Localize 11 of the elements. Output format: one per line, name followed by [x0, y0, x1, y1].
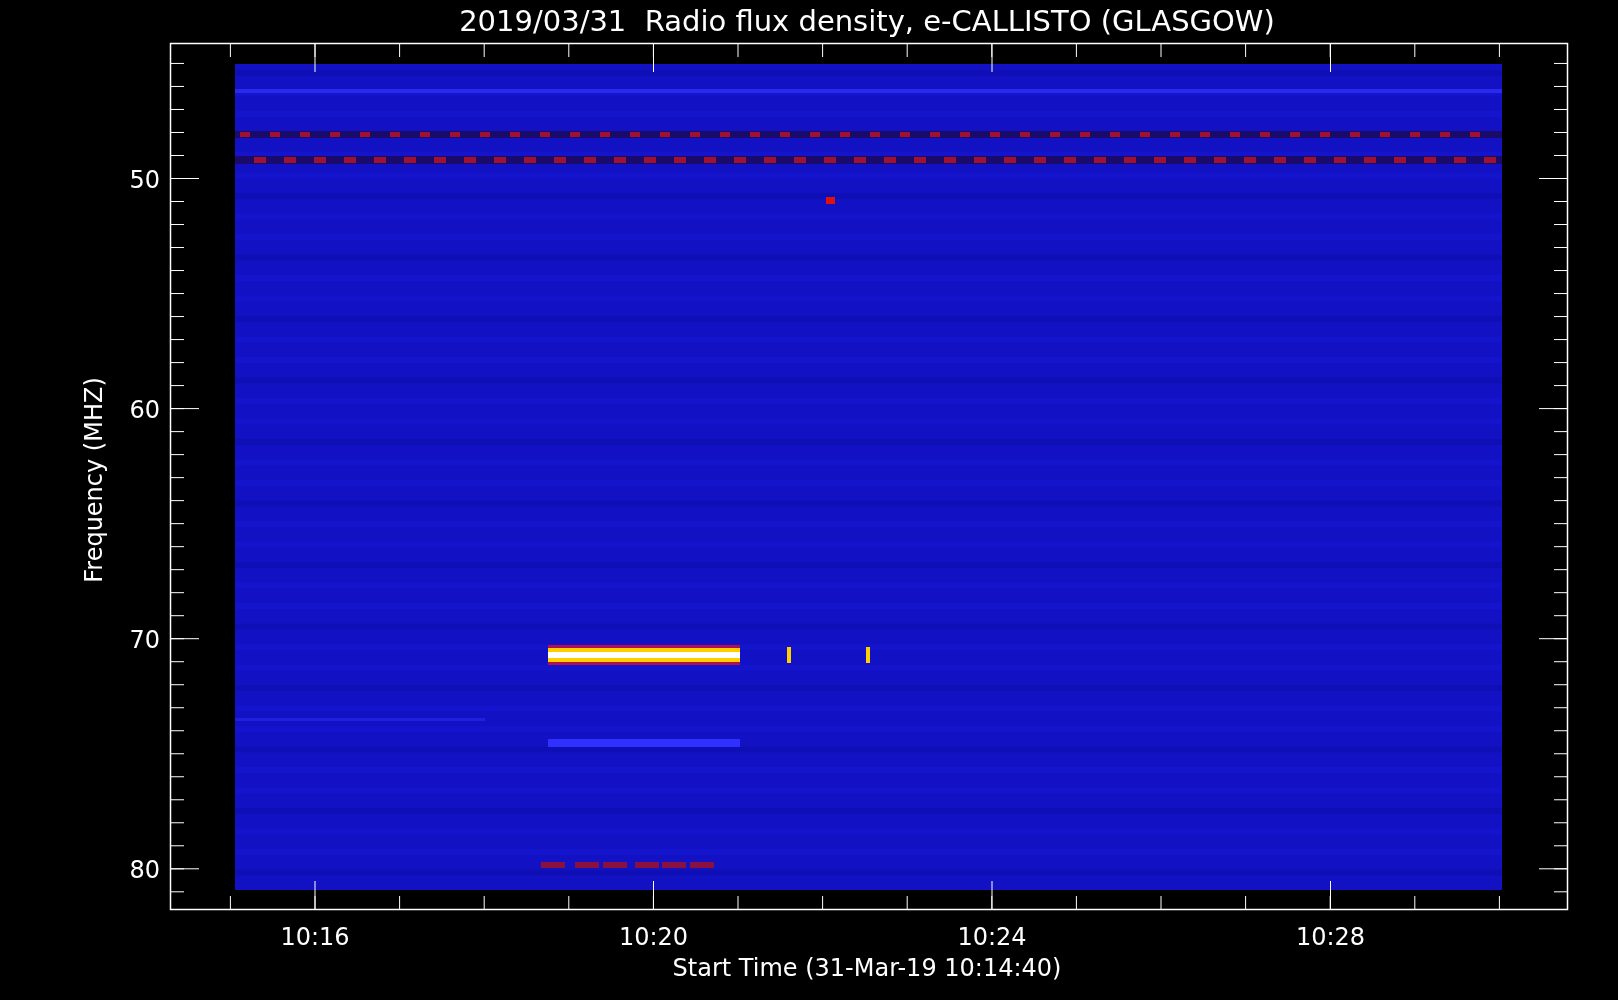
y-tick-label: 80: [129, 855, 160, 884]
y-tick-label: 60: [129, 395, 160, 424]
plot-title: 2019/03/31 Radio flux density, e-CALLISTO (GLASGOW): [459, 4, 1275, 38]
x-tick-label: 10:16: [280, 923, 350, 951]
y-tick-label: 50: [129, 165, 160, 194]
x-axis-label: Start Time (31-Mar-19 10:14:40): [672, 954, 1062, 982]
y-axis-label: Frequency (MHZ): [80, 377, 108, 583]
x-tick-label: 10:24: [957, 923, 1027, 951]
y-tick-label: 70: [129, 625, 160, 654]
x-tick-label: 10:20: [618, 923, 689, 951]
x-tick-label: 10:28: [1295, 923, 1366, 951]
